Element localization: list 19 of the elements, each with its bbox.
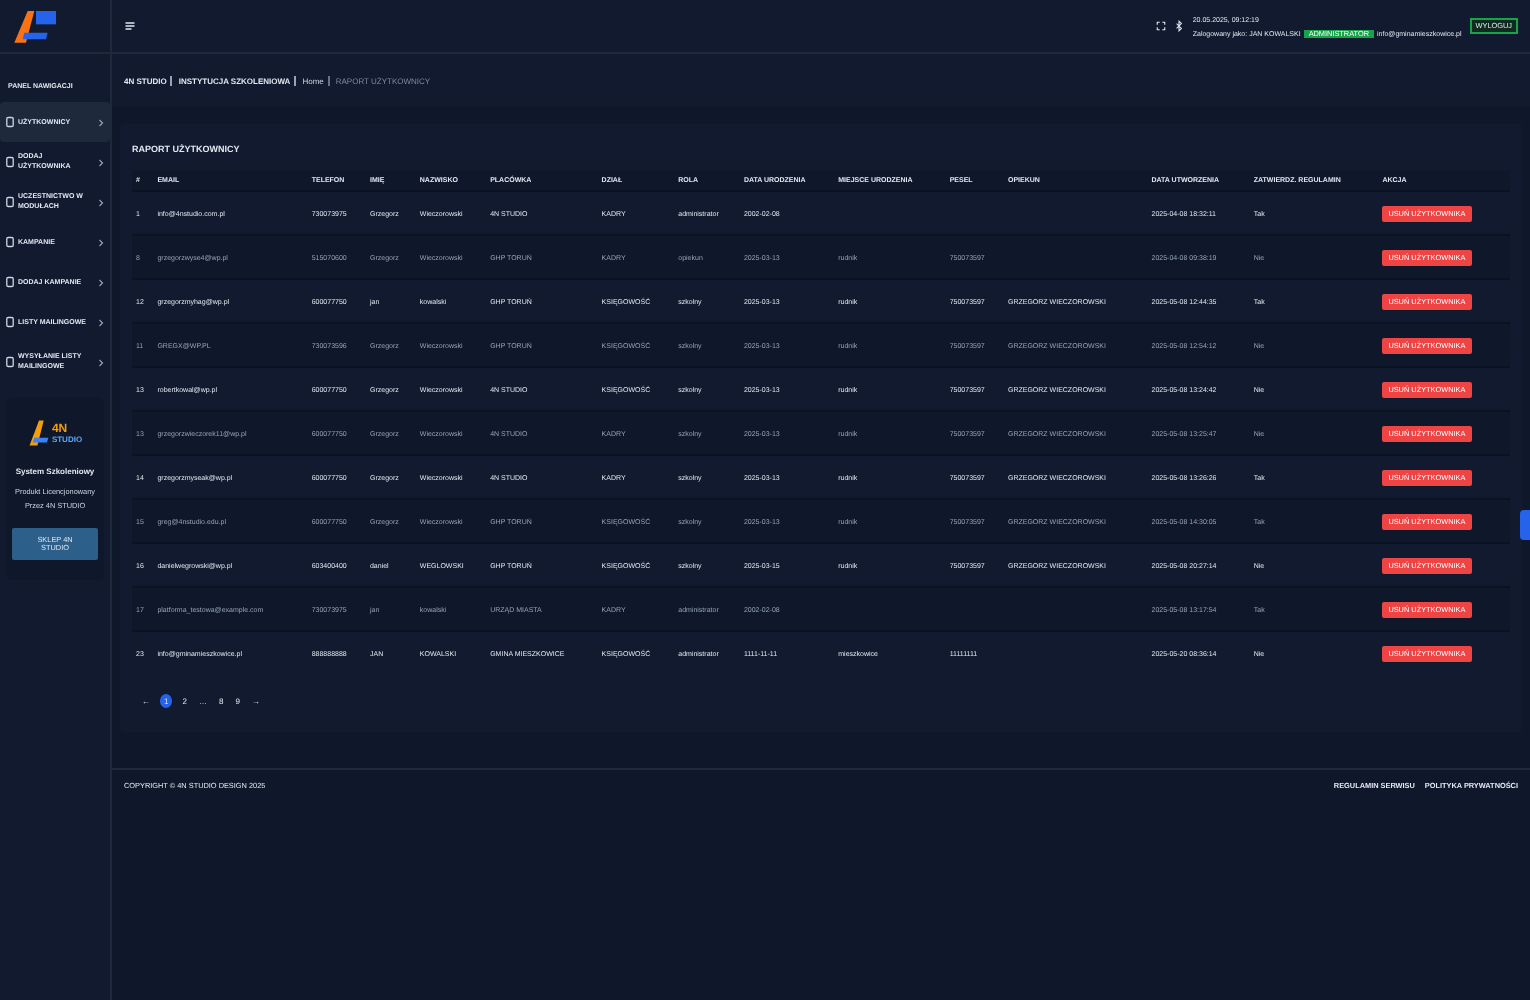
device-icon [6,116,14,128]
chevron-icon [98,157,104,167]
bluetooth-icon[interactable] [1174,20,1185,32]
device-icon [6,276,14,288]
logo-icon [27,418,50,448]
menu-icon[interactable] [124,20,136,32]
chevron-icon [98,117,104,127]
fullscreen-icon[interactable] [1156,20,1167,32]
chevron-icon [98,277,104,287]
device-icon [6,316,14,328]
logo-icon [10,6,62,46]
chevron-icon [98,357,104,367]
device-icon [6,236,14,248]
device-icon [6,156,14,168]
chevron-icon [98,197,104,207]
chevron-icon [98,317,104,327]
device-icon [6,196,14,208]
chevron-icon [98,237,104,247]
device-icon [6,356,14,368]
